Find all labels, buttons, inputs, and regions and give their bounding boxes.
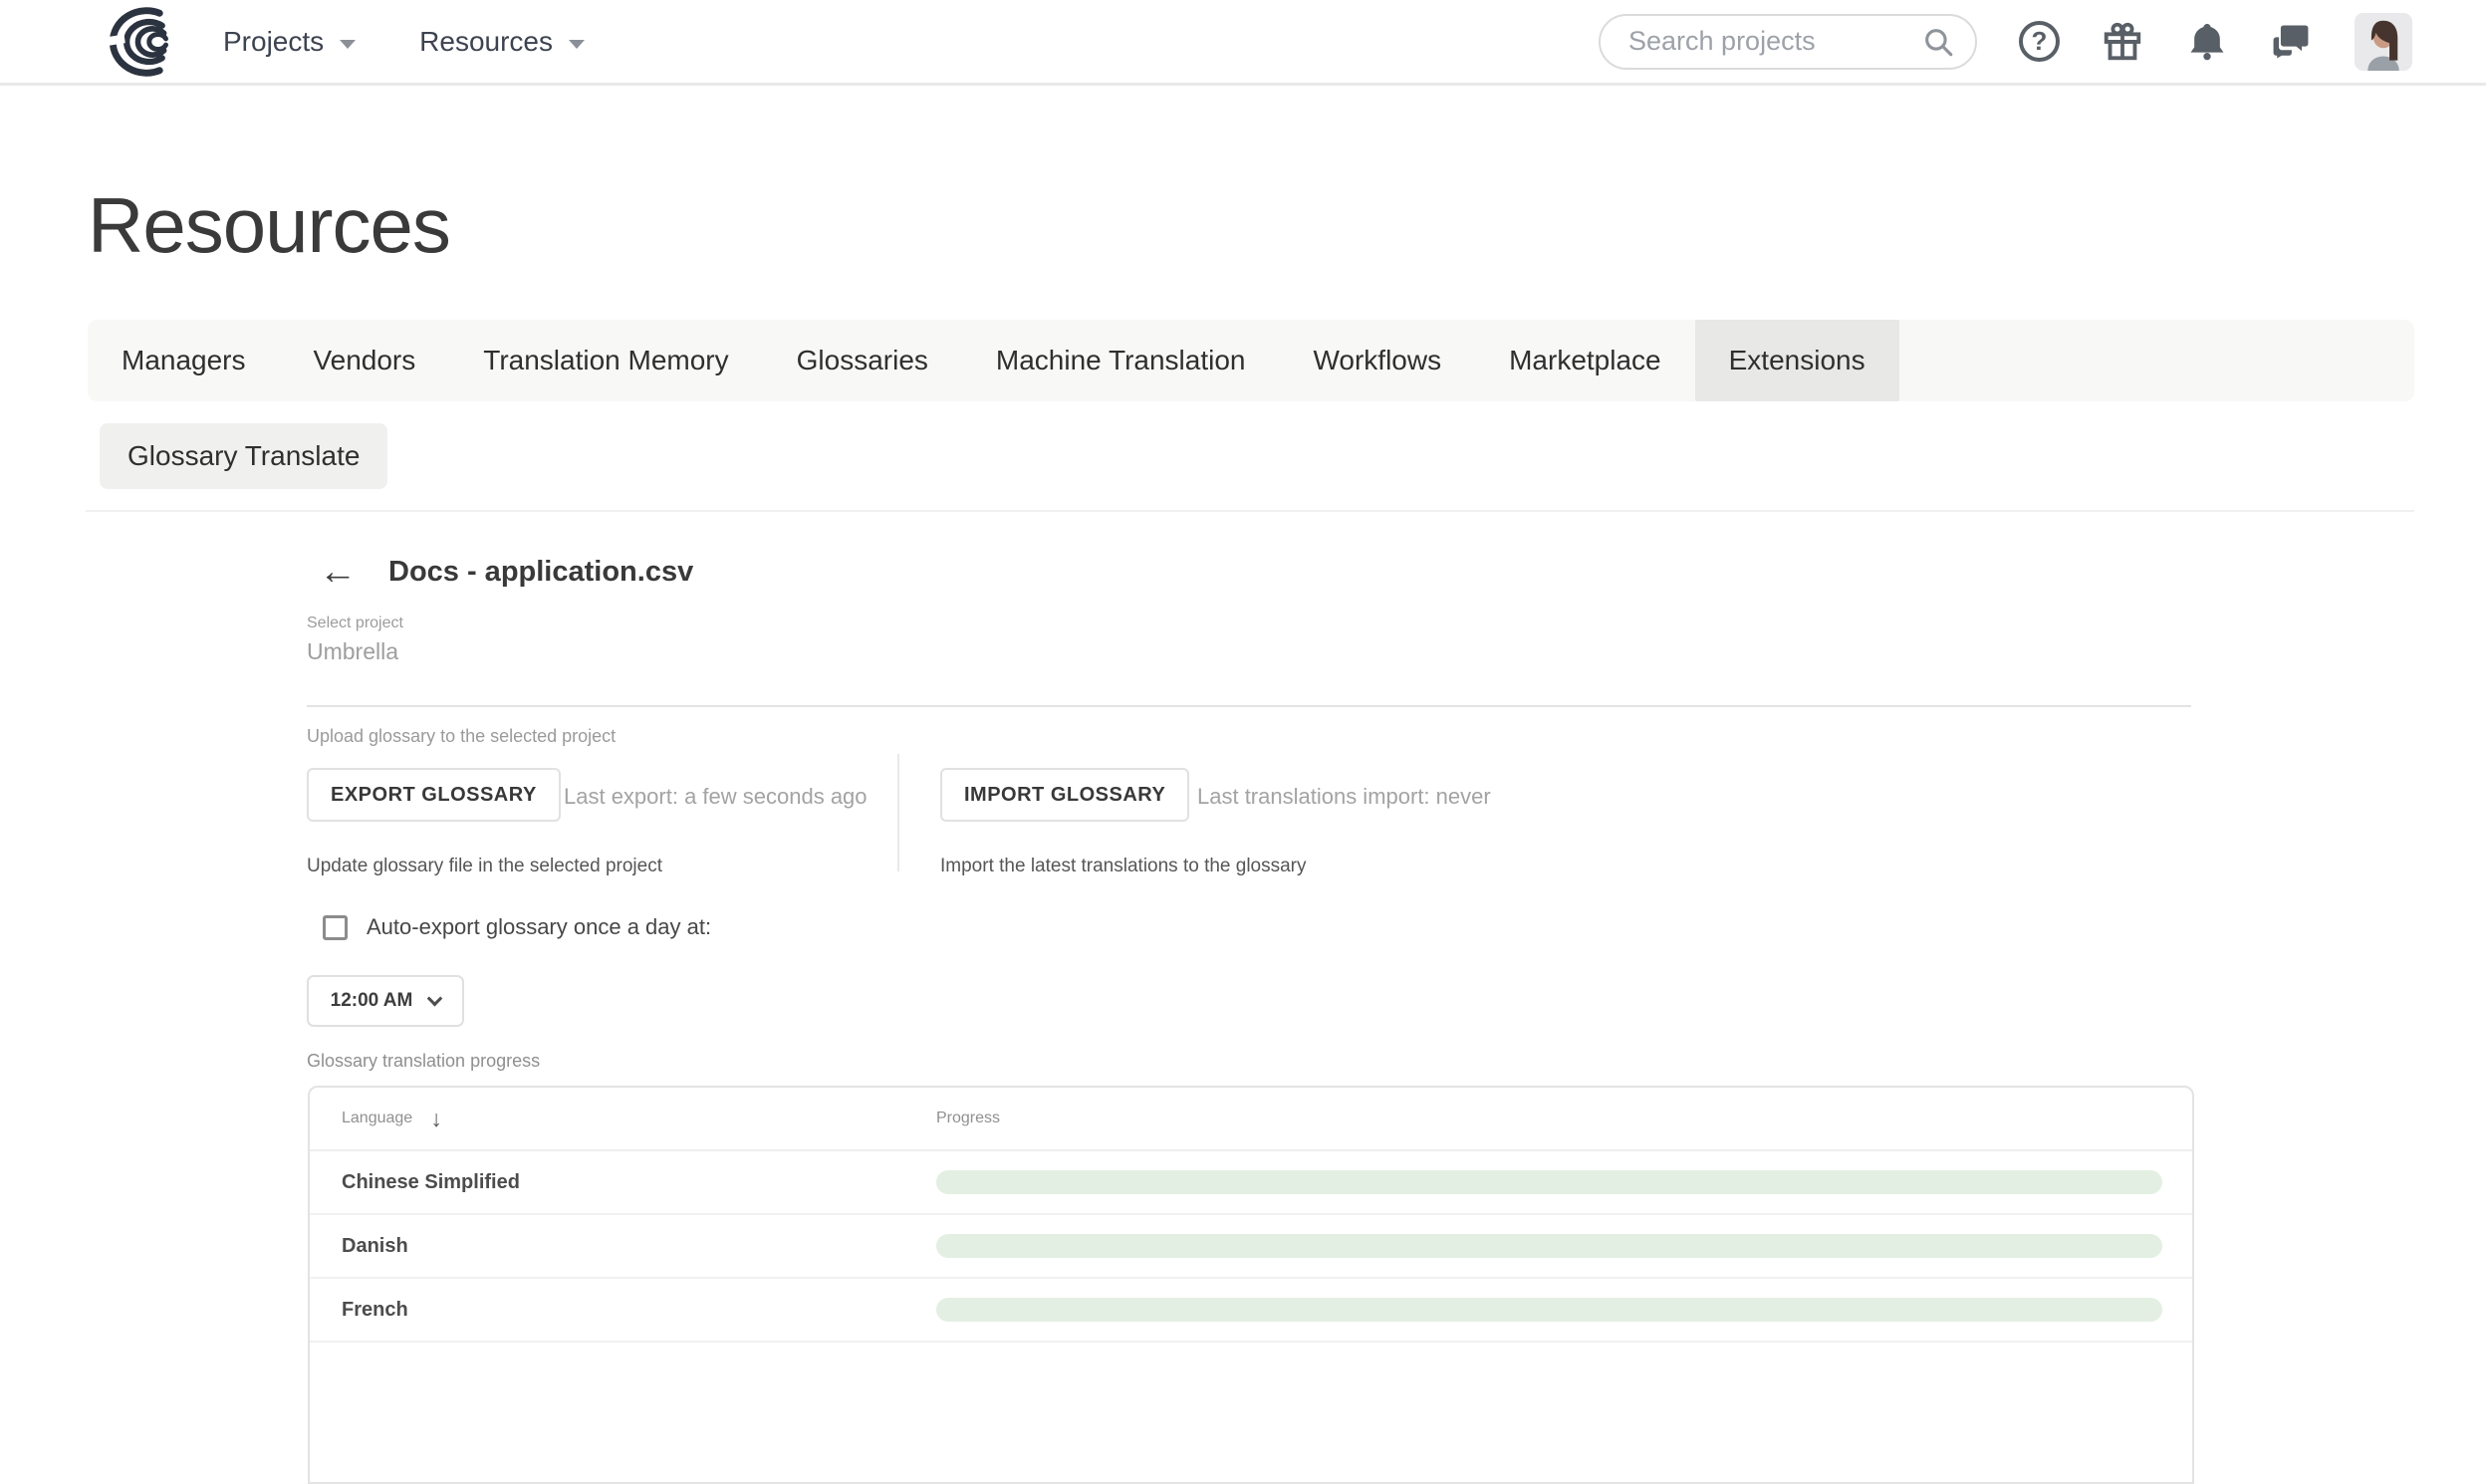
- auto-export-label: Auto-export glossary once a day at:: [367, 914, 711, 940]
- tab-translation-memory[interactable]: Translation Memory: [449, 320, 762, 401]
- document-header: ← Docs - application.csv: [319, 553, 693, 591]
- auto-export-checkbox[interactable]: [323, 915, 348, 940]
- export-glossary-button[interactable]: EXPORT GLOSSARY: [307, 768, 561, 822]
- select-project-label: Select project: [307, 615, 403, 632]
- language-cell: Chinese Simplified: [310, 1171, 936, 1194]
- whats-new-button[interactable]: [2100, 17, 2145, 67]
- table-header: Language ↓ Progress: [310, 1088, 2192, 1151]
- column-header-progress: Progress: [936, 1110, 1000, 1127]
- time-select-value: 12:00 AM: [331, 990, 413, 1012]
- chat-bubbles-icon: [2269, 20, 2313, 64]
- bell-icon: [2185, 20, 2229, 64]
- page-body: Resources Managers Vendors Translation M…: [0, 89, 2486, 1326]
- time-select[interactable]: 12:00 AM: [307, 975, 464, 1027]
- page-title: Resources: [88, 180, 450, 271]
- tab-workflows[interactable]: Workflows: [1279, 320, 1475, 401]
- progress-bar: [936, 1298, 2162, 1322]
- tab-managers[interactable]: Managers: [88, 320, 280, 401]
- nav-menu-resources-label: Resources: [419, 26, 553, 58]
- import-glossary-button[interactable]: IMPORT GLOSSARY: [940, 768, 1189, 822]
- progress-bar: [936, 1234, 2162, 1258]
- nav-menu-resources[interactable]: Resources: [419, 26, 585, 58]
- search-icon[interactable]: [1921, 25, 1955, 59]
- back-arrow-icon[interactable]: ←: [319, 553, 357, 591]
- tab-glossaries[interactable]: Glossaries: [763, 320, 962, 401]
- select-project-underline: [307, 705, 2191, 707]
- export-caption: Update glossary file in the selected pro…: [307, 856, 662, 877]
- language-cell: Danish: [310, 1235, 936, 1258]
- tab-extensions[interactable]: Extensions: [1695, 320, 1899, 401]
- help-icon: ?: [2019, 21, 2060, 62]
- document-title: Docs - application.csv: [388, 556, 693, 589]
- user-photo-icon: [2355, 13, 2412, 71]
- chat-button[interactable]: [2269, 17, 2313, 67]
- nav-menu-projects-label: Projects: [223, 26, 324, 58]
- import-status: Last translations import: never: [1197, 784, 1491, 810]
- tab-vendors[interactable]: Vendors: [280, 320, 450, 401]
- chevron-down-icon: [569, 40, 585, 49]
- table-row: French: [310, 1279, 2192, 1343]
- section-divider: [86, 510, 2414, 512]
- top-navbar: Projects Resources ?: [0, 0, 2486, 86]
- gift-icon: [2100, 19, 2145, 65]
- sort-descending-icon[interactable]: ↓: [430, 1106, 442, 1132]
- language-cell: French: [310, 1299, 936, 1322]
- progress-bar: [936, 1170, 2162, 1194]
- chevron-down-icon: [340, 40, 356, 49]
- tab-marketplace[interactable]: Marketplace: [1475, 320, 1695, 401]
- avatar[interactable]: [2355, 13, 2412, 71]
- column-header-language[interactable]: Language: [342, 1110, 412, 1127]
- export-status: Last export: a few seconds ago: [564, 784, 868, 810]
- resources-tabbar: Managers Vendors Translation Memory Glos…: [88, 320, 2414, 401]
- search-box: [1599, 14, 1977, 70]
- nav-menu-projects[interactable]: Projects: [223, 26, 356, 58]
- select-project-value[interactable]: Umbrella: [307, 638, 398, 665]
- progress-section-label: Glossary translation progress: [307, 1051, 540, 1072]
- chevron-down-icon: [427, 990, 443, 1006]
- search-input[interactable]: [1626, 25, 1921, 58]
- table-row: Chinese Simplified: [310, 1151, 2192, 1215]
- subtab-glossary-translate[interactable]: Glossary Translate: [100, 423, 387, 489]
- app-logo[interactable]: [94, 7, 173, 77]
- swirl-logo-icon: [94, 7, 173, 77]
- tab-machine-translation[interactable]: Machine Translation: [962, 320, 1280, 401]
- progress-table: Language ↓ Progress Chinese Simplified D…: [308, 1086, 2194, 1484]
- select-project-helper: Upload glossary to the selected project: [307, 726, 616, 747]
- import-caption: Import the latest translations to the gl…: [940, 856, 1307, 877]
- notifications-button[interactable]: [2185, 17, 2229, 67]
- table-row: Danish: [310, 1215, 2192, 1279]
- help-button[interactable]: ?: [2019, 17, 2060, 67]
- vertical-divider: [897, 754, 899, 871]
